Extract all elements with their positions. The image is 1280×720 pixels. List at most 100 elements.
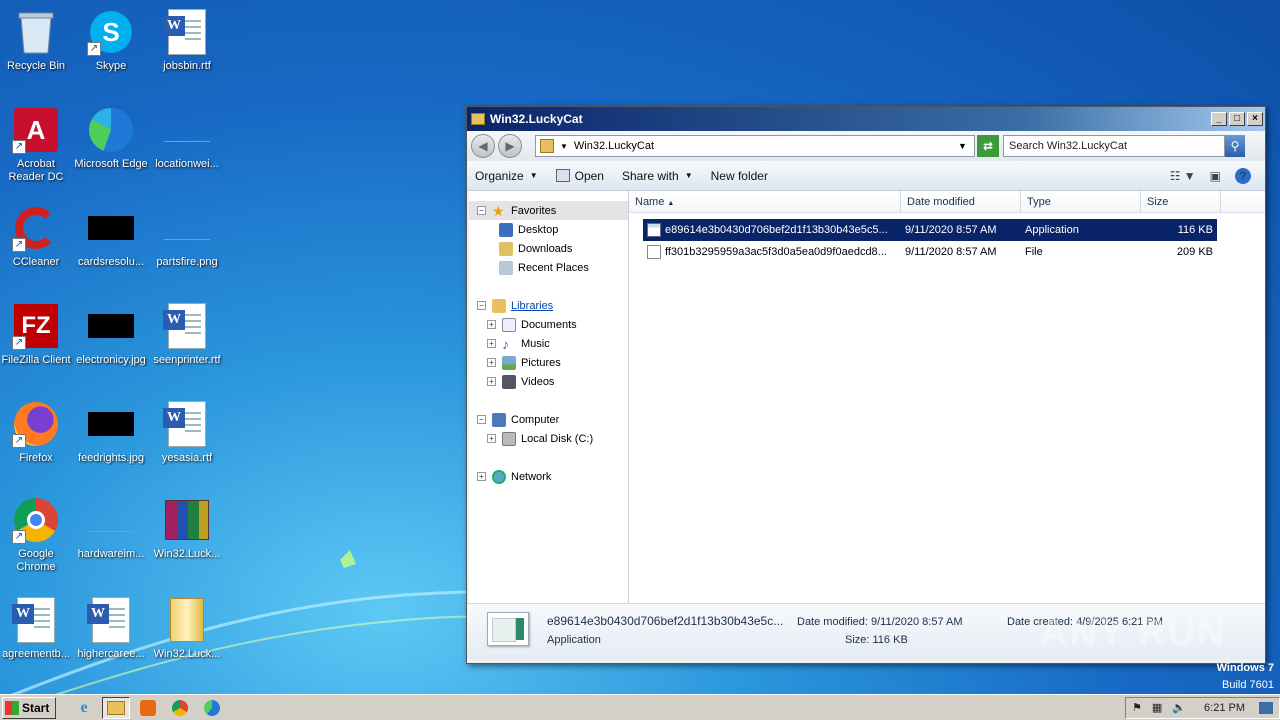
details-size: Size: 116 KB <box>845 634 908 646</box>
column-type[interactable]: Type <box>1021 191 1141 212</box>
help-icon[interactable]: ? <box>1235 167 1251 184</box>
acrobat-icon: A ↗ <box>12 106 60 154</box>
share-with-button[interactable]: Share with ▼ <box>622 169 693 183</box>
desktop-icon-partsfire[interactable]: partsfire.png <box>149 204 225 269</box>
back-button[interactable]: ◀ <box>471 134 495 158</box>
chevron-down-icon[interactable]: ▼ <box>560 142 568 151</box>
taskbar-media-player[interactable] <box>134 697 162 719</box>
desktop-icon-agreement[interactable]: W agreementb... <box>0 596 74 661</box>
nav-downloads[interactable]: Downloads <box>469 239 628 258</box>
nav-pictures[interactable]: + Pictures <box>469 353 628 372</box>
collapse-icon[interactable]: − <box>477 206 486 215</box>
desktop-icon-hardwareim[interactable]: hardwareim... <box>73 496 149 561</box>
preview-pane-icon[interactable]: ▣ <box>1210 169 1221 183</box>
refresh-button[interactable]: ⇄ <box>977 135 999 157</box>
nav-favorites[interactable]: − ★ Favorites <box>469 201 628 220</box>
shortcut-arrow-icon: ↗ <box>12 238 26 252</box>
clock[interactable]: 6:21 PM <box>1204 702 1245 714</box>
desktop-icon-win32-folder[interactable]: Win32.Luck... <box>149 596 225 661</box>
nav-desktop[interactable]: Desktop <box>469 220 628 239</box>
desktop-icon-win32-archive[interactable]: Win32.Luck... <box>149 496 225 561</box>
minimize-button[interactable]: _ <box>1211 112 1227 126</box>
desktop-icon-locationwei[interactable]: locationwei... <box>149 106 225 171</box>
address-dropdown-icon[interactable]: ▼ <box>958 141 974 151</box>
desktop-icon-cardsresolu[interactable]: cardsresolu... <box>73 204 149 269</box>
window-titlebar[interactable]: Win32.LuckyCat _ □ × <box>467 107 1265 131</box>
chevron-down-icon: ▼ <box>529 171 538 180</box>
desktop-icon-acrobat[interactable]: A ↗ Acrobat Reader DC <box>0 106 74 184</box>
file-row[interactable]: e89614e3b0430d706bef2d1f13b30b43e5c5... … <box>643 219 1217 241</box>
expand-icon[interactable]: + <box>487 320 496 329</box>
details-date-modified: Date modified: 9/11/2020 8:57 AM <box>797 616 963 628</box>
nav-music[interactable]: + ♪ Music <box>469 334 628 353</box>
action-center-flag-icon[interactable]: ⚑ <box>1132 701 1142 714</box>
start-button[interactable]: Start <box>2 696 56 719</box>
desktop-icon-ccleaner[interactable]: ↗ CCleaner <box>0 204 74 269</box>
file-list: Name ▲ Date modified Type Size e89614e3b… <box>629 191 1265 603</box>
nav-videos[interactable]: + Videos <box>469 372 628 391</box>
expand-icon[interactable]: + <box>487 377 496 386</box>
expand-icon[interactable]: + <box>487 339 496 348</box>
volume-icon[interactable]: 🔈 <box>1172 701 1186 714</box>
taskbar-explorer[interactable] <box>102 696 130 719</box>
forward-button[interactable]: ▶ <box>498 134 522 158</box>
windows-build: Build 7601 <box>1222 679 1274 691</box>
folder-icon <box>540 139 554 153</box>
search-icon[interactable]: ⚲ <box>1225 135 1245 157</box>
nav-computer[interactable]: − Computer <box>469 410 628 429</box>
desktop-icon-electronicy[interactable]: electronicy.jpg <box>73 302 149 367</box>
network-status-icon[interactable]: ▦ <box>1152 701 1162 714</box>
anyrun-watermark: ANY RUN <box>1040 612 1227 654</box>
new-folder-button[interactable]: New folder <box>711 169 768 183</box>
expand-icon[interactable]: + <box>487 358 496 367</box>
explorer-window[interactable]: Win32.LuckyCat _ □ × ◀ ▶ ▼ Win32.LuckyCa… <box>466 106 1266 664</box>
shortcut-arrow-icon: ↗ <box>12 140 26 154</box>
nav-recent-places[interactable]: Recent Places <box>469 258 628 277</box>
pictures-icon <box>502 355 516 370</box>
desktop-icon-skype[interactable]: S ↗ Skype <box>73 8 149 73</box>
taskbar-edge[interactable] <box>198 697 226 719</box>
desktop-icon-recycle-bin[interactable]: Recycle Bin <box>0 8 74 73</box>
file-row[interactable]: ff301b3295959a3ac5f3d0a5ea0d9f0aedcd8...… <box>643 241 1217 263</box>
recycle-bin-icon <box>12 8 60 56</box>
skype-icon: S ↗ <box>87 8 135 56</box>
desktop-icon-filezilla[interactable]: FZ ↗ FileZilla Client <box>0 302 74 367</box>
maximize-button[interactable]: □ <box>1229 112 1245 126</box>
desktop-icon-chrome[interactable]: ↗ Google Chrome <box>0 496 74 574</box>
desktop-icon-highercaree[interactable]: W highercaree... <box>73 596 149 661</box>
taskbar-chrome[interactable] <box>166 697 194 719</box>
internet-explorer-icon: e <box>80 698 88 716</box>
desktop-icon-yesasia[interactable]: W yesasia.rtf <box>149 400 225 465</box>
desktop-icon-edge[interactable]: Microsoft Edge <box>73 106 149 171</box>
recent-places-icon <box>499 260 513 275</box>
desktop-icon-jobsbin[interactable]: W jobsbin.rtf <box>149 8 225 73</box>
organize-button[interactable]: Organize ▼ <box>475 169 538 183</box>
nav-libraries[interactable]: − Libraries <box>469 296 628 315</box>
address-bar[interactable]: ▼ Win32.LuckyCat ▼ <box>535 135 975 157</box>
nav-local-disk[interactable]: + Local Disk (C:) <box>469 429 628 448</box>
open-button[interactable]: Open <box>555 169 604 183</box>
search-input[interactable]: Search Win32.LuckyCat <box>1003 135 1225 157</box>
close-button[interactable]: × <box>1247 112 1263 126</box>
desktop-icon-feedrights[interactable]: feedrights.jpg <box>73 400 149 465</box>
expand-icon[interactable]: + <box>487 434 496 443</box>
collapse-icon[interactable]: − <box>477 415 486 424</box>
column-name[interactable]: Name ▲ <box>629 191 901 212</box>
filezilla-icon: FZ ↗ <box>12 302 60 350</box>
taskbar-internet-explorer[interactable]: e <box>70 697 98 719</box>
expand-icon[interactable]: + <box>477 472 486 481</box>
show-desktop-icon[interactable] <box>1259 701 1273 714</box>
desktop-icon-seenprinter[interactable]: W seenprinter.rtf <box>149 302 225 367</box>
column-date-modified[interactable]: Date modified <box>901 191 1021 212</box>
word-document-icon: W <box>163 302 211 350</box>
column-size[interactable]: Size <box>1141 191 1221 212</box>
image-thumbnail-icon <box>87 204 135 252</box>
view-options-icon[interactable]: ☷ ▼ <box>1170 169 1196 183</box>
nav-network[interactable]: + Network <box>469 467 628 486</box>
image-thumbnail-icon <box>163 106 211 154</box>
collapse-icon[interactable]: − <box>477 301 486 310</box>
desktop-icon-firefox[interactable]: ↗ Firefox <box>0 400 74 465</box>
nav-documents[interactable]: + Documents <box>469 315 628 334</box>
windows-logo-icon <box>5 700 19 715</box>
ccleaner-icon: ↗ <box>12 204 60 252</box>
